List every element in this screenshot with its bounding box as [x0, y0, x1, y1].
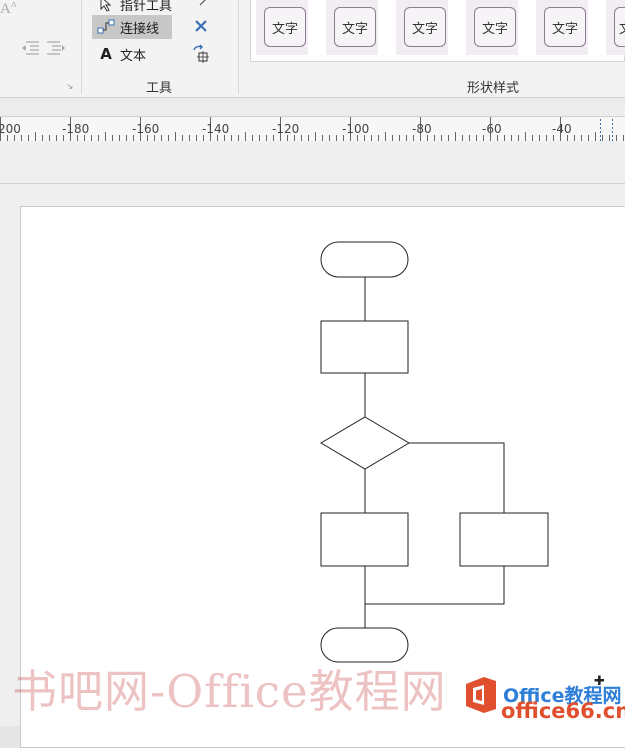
flowchart: [0, 0, 625, 726]
terminator-shape-start[interactable]: [321, 242, 408, 277]
process-shape[interactable]: [321, 321, 408, 373]
office-logo-icon: [464, 676, 498, 714]
watermark-brand-line2: office66.cn: [501, 699, 625, 723]
connector-line[interactable]: [365, 566, 504, 604]
connector-line[interactable]: [409, 443, 504, 513]
watermark-text: 书吧网-Office教程网: [12, 655, 447, 720]
process-shape[interactable]: [460, 513, 548, 566]
move-cursor-icon: ✚: [594, 674, 605, 689]
decision-shape[interactable]: [321, 417, 409, 469]
process-shape[interactable]: [321, 513, 408, 566]
